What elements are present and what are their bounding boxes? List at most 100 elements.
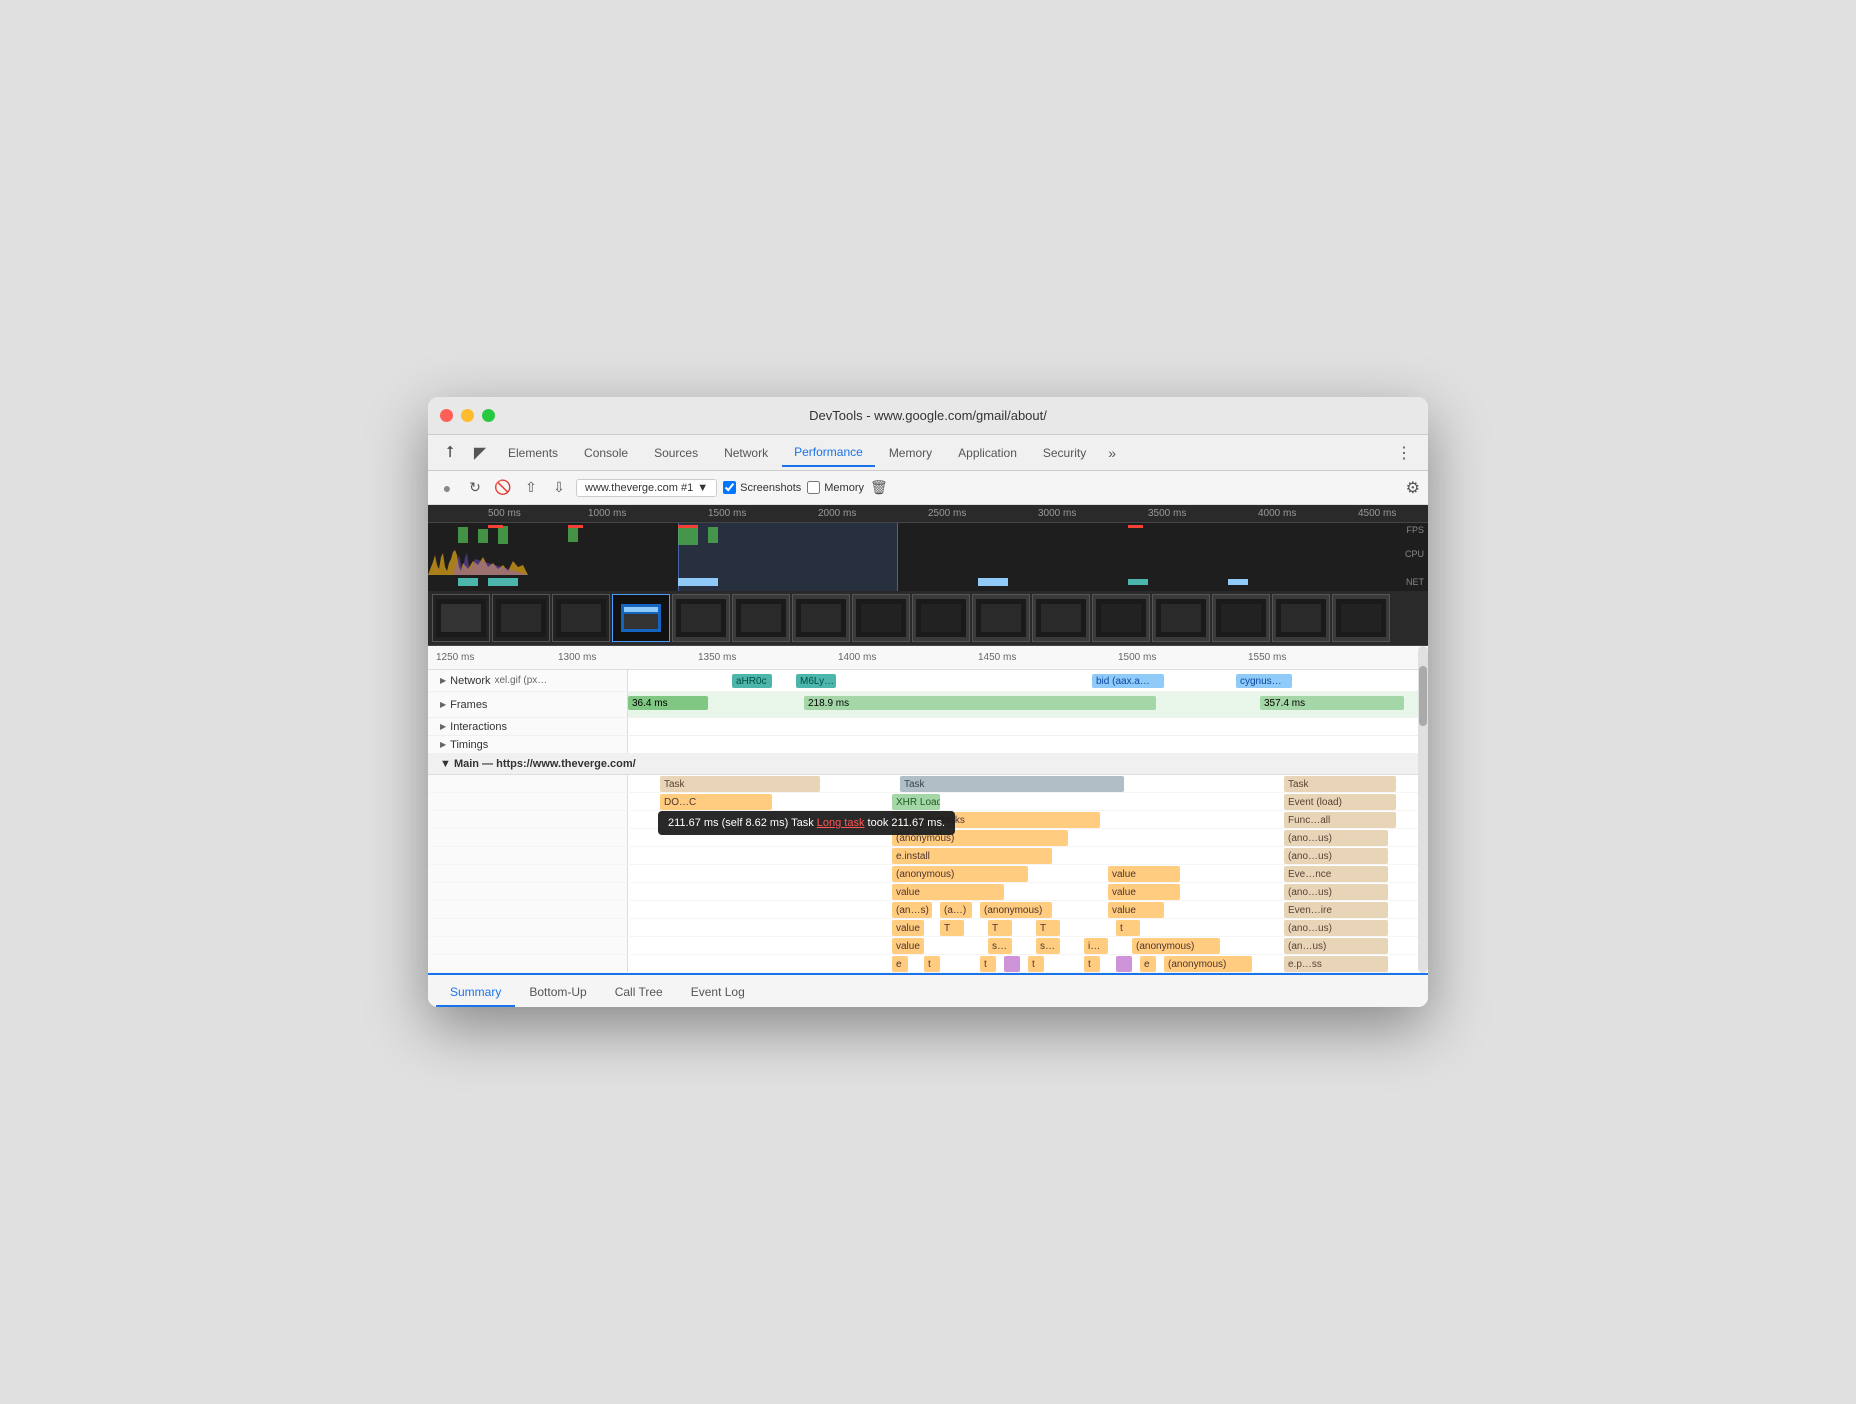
- network-bar[interactable]: cygnus…: [1236, 674, 1292, 688]
- value-bar[interactable]: value: [892, 920, 924, 936]
- filmstrip-frame[interactable]: [1092, 594, 1150, 642]
- tab-application[interactable]: Application: [946, 440, 1029, 466]
- anus-bar[interactable]: (an…us): [1284, 938, 1388, 954]
- task-bar[interactable]: Task: [1284, 776, 1396, 792]
- network-bar[interactable]: aHR0c: [732, 674, 772, 688]
- t-bar[interactable]: t: [1028, 956, 1044, 972]
- e-bar[interactable]: e: [892, 956, 908, 972]
- anon-bar[interactable]: (anonymous): [1132, 938, 1220, 954]
- filmstrip-frame-highlight[interactable]: [612, 594, 670, 642]
- event-load-bar[interactable]: Event (load): [1284, 794, 1396, 810]
- s-bar[interactable]: s…: [988, 938, 1012, 954]
- tab-sources[interactable]: Sources: [642, 440, 710, 466]
- filmstrip-frame[interactable]: [492, 594, 550, 642]
- record-button[interactable]: ●: [436, 477, 458, 499]
- evenire-bar[interactable]: Even…ire: [1284, 902, 1388, 918]
- close-button[interactable]: [440, 409, 453, 422]
- maximize-button[interactable]: [482, 409, 495, 422]
- frame-bar[interactable]: 218.9 ms: [804, 696, 1156, 710]
- e-bar[interactable]: e: [1140, 956, 1156, 972]
- func-all-bar[interactable]: Func…all: [1284, 812, 1396, 828]
- filmstrip-frame[interactable]: [1332, 594, 1390, 642]
- filmstrip-frame[interactable]: [672, 594, 730, 642]
- i-bar[interactable]: i…: [1084, 938, 1108, 954]
- settings-icon[interactable]: ⚙: [1406, 478, 1420, 498]
- tab-bottom-up[interactable]: Bottom-Up: [515, 979, 600, 1007]
- filmstrip-frame[interactable]: [1152, 594, 1210, 642]
- evence-bar[interactable]: Eve…nce: [1284, 866, 1388, 882]
- task-bar[interactable]: Task: [660, 776, 820, 792]
- upload-button[interactable]: ⇧: [520, 477, 542, 499]
- tab-event-log[interactable]: Event Log: [677, 979, 759, 1007]
- filmstrip-frame[interactable]: [1272, 594, 1330, 642]
- device-icon[interactable]: ◤: [466, 439, 494, 467]
- value-bar[interactable]: value: [1108, 884, 1180, 900]
- t-bar[interactable]: T: [1036, 920, 1060, 936]
- epss-bar[interactable]: e.p…ss: [1284, 956, 1388, 972]
- value-bar[interactable]: value: [892, 938, 924, 954]
- purple-bar[interactable]: [1116, 956, 1132, 972]
- anon-bar[interactable]: (anonymous): [892, 866, 1028, 882]
- minimize-button[interactable]: [461, 409, 474, 422]
- interactions-track-label[interactable]: ▶ Interactions: [428, 718, 628, 735]
- filmstrip-frame[interactable]: [1032, 594, 1090, 642]
- filmstrip-frame[interactable]: [552, 594, 610, 642]
- frame-bar[interactable]: 357.4 ms: [1260, 696, 1404, 710]
- microtasks-bar[interactable]: Run Microtasks: [892, 812, 1100, 828]
- memory-checkbox[interactable]: [807, 481, 820, 494]
- menu-dots-icon[interactable]: ⋮: [1388, 439, 1420, 467]
- tab-console[interactable]: Console: [572, 440, 640, 466]
- timings-track-label[interactable]: ▶ Timings: [428, 736, 628, 753]
- t-bar[interactable]: T: [988, 920, 1012, 936]
- reload-button[interactable]: ↻: [464, 477, 486, 499]
- network-bar[interactable]: bid (aax.a…: [1092, 674, 1164, 688]
- a-bar[interactable]: (a…): [940, 902, 972, 918]
- t-bar[interactable]: t: [1084, 956, 1100, 972]
- tab-elements[interactable]: Elements: [496, 440, 570, 466]
- tab-security[interactable]: Security: [1031, 440, 1098, 466]
- frames-track-label[interactable]: ▶ Frames: [428, 692, 628, 717]
- ano-us-bar[interactable]: (ano…us): [1284, 830, 1388, 846]
- tab-network[interactable]: Network: [712, 440, 780, 466]
- t-bar[interactable]: t: [980, 956, 996, 972]
- screenshots-checkbox[interactable]: [723, 481, 736, 494]
- scrollbar[interactable]: [1418, 646, 1428, 973]
- scrollbar-thumb[interactable]: [1419, 666, 1427, 726]
- ano-us-bar[interactable]: (ano…us): [1284, 848, 1388, 864]
- xhr-bar[interactable]: XHR Load (c…: [892, 794, 940, 810]
- value-bar[interactable]: value: [1108, 866, 1180, 882]
- t-bar[interactable]: t: [1116, 920, 1140, 936]
- anon-bar[interactable]: (anonymous): [980, 902, 1052, 918]
- filmstrip-frame[interactable]: [972, 594, 1030, 642]
- clear-button[interactable]: 🚫: [492, 477, 514, 499]
- ans-bar[interactable]: (an…s): [892, 902, 932, 918]
- filmstrip-frame[interactable]: [732, 594, 790, 642]
- value-bar[interactable]: value: [1108, 902, 1164, 918]
- purple-bar[interactable]: [1004, 956, 1020, 972]
- url-selector[interactable]: www.theverge.com #1 ▼: [576, 479, 717, 497]
- ano-us-bar[interactable]: (ano…us): [1284, 884, 1388, 900]
- tab-summary[interactable]: Summary: [436, 979, 515, 1007]
- s-bar[interactable]: s…: [1036, 938, 1060, 954]
- filmstrip-frame[interactable]: [852, 594, 910, 642]
- task-bar-selected[interactable]: Task: [900, 776, 1124, 792]
- filmstrip-frame[interactable]: [432, 594, 490, 642]
- anon-bar[interactable]: (anonymous): [892, 830, 1068, 846]
- value-bar[interactable]: value: [892, 884, 1004, 900]
- network-track-label[interactable]: ▶ Network xel.gif (px…: [428, 670, 628, 691]
- tab-memory[interactable]: Memory: [877, 440, 944, 466]
- tab-performance[interactable]: Performance: [782, 439, 875, 467]
- network-bar[interactable]: M6Ly…: [796, 674, 836, 688]
- filmstrip-frame[interactable]: [912, 594, 970, 642]
- download-button[interactable]: ⇩: [548, 477, 570, 499]
- filmstrip-frame[interactable]: [792, 594, 850, 642]
- trash-icon[interactable]: 🗑: [870, 479, 888, 496]
- do-c-bar[interactable]: DO…C: [660, 794, 772, 810]
- cursor-icon[interactable]: ⭡: [436, 439, 464, 467]
- ano-us-bar[interactable]: (ano…us): [1284, 920, 1388, 936]
- tab-call-tree[interactable]: Call Tree: [601, 979, 677, 1007]
- anon-bar[interactable]: (anonymous): [1164, 956, 1252, 972]
- filmstrip-frame[interactable]: [1212, 594, 1270, 642]
- t-bar[interactable]: T: [940, 920, 964, 936]
- frame-bar[interactable]: 36.4 ms: [628, 696, 708, 710]
